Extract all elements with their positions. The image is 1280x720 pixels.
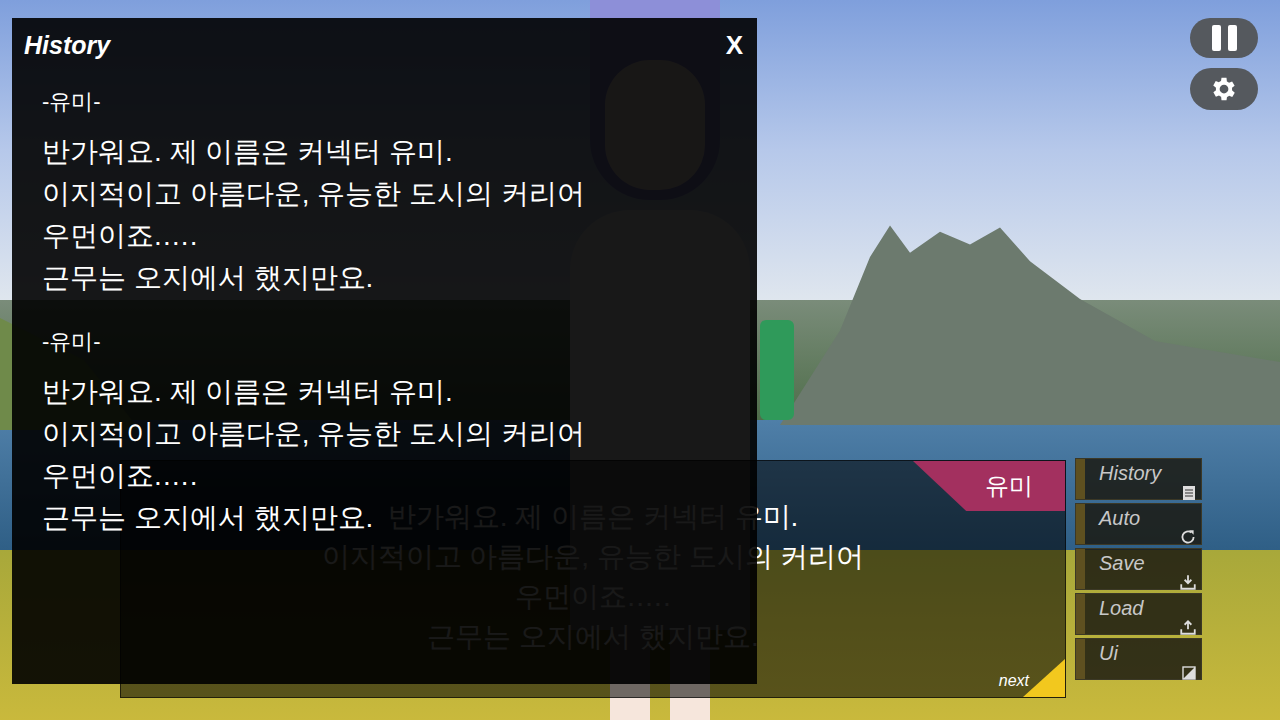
- menu-stripe: [1076, 639, 1085, 679]
- menu-stripe: [1076, 504, 1085, 544]
- history-title: History: [24, 27, 110, 65]
- speaker-tag: 유미: [913, 461, 1065, 511]
- download-icon: [1179, 573, 1197, 591]
- menu-stripe: [1076, 594, 1085, 634]
- menu-button[interactable]: Ui: [1075, 638, 1202, 680]
- entry-line: 근무는 오지에서 했지만요.: [42, 497, 757, 539]
- entry-line: 근무는 오지에서 했지만요.: [42, 257, 757, 299]
- next-arrow-icon: [1023, 659, 1065, 697]
- pause-icon: [1212, 25, 1221, 51]
- entry-line: 반가워요. 제 이름은 커넥터 유미.: [42, 371, 757, 413]
- refresh-icon: [1179, 528, 1197, 546]
- menu-button[interactable]: History: [1075, 458, 1202, 500]
- entry-line: 이지적이고 아름다운, 유능한 도시의 커리어: [42, 173, 757, 215]
- history-entry: -유미- 반가워요. 제 이름은 커넥터 유미.이지적이고 아름다운, 유능한 도…: [42, 87, 757, 299]
- menu-icon-box: [1179, 530, 1197, 546]
- history-panel: History X -유미-반가워요. 제 이름은 커넥터 유미.이지적이고 아…: [12, 18, 757, 684]
- menu-label: Ui: [1099, 641, 1197, 665]
- menu-body: Load: [1085, 594, 1201, 634]
- history-entry: -유미- 반가워요. 제 이름은 커넥터 유미.이지적이고 아름다운, 유능한 도…: [42, 327, 757, 539]
- history-list: -유미-반가워요. 제 이름은 커넥터 유미.이지적이고 아름다운, 유능한 도…: [12, 65, 757, 539]
- menu-stripe: [1076, 459, 1085, 499]
- menu-icon-box: [1179, 620, 1197, 636]
- entry-line: 우먼이죠.….: [42, 215, 757, 257]
- entry-speaker: -유미-: [42, 327, 757, 357]
- can: [760, 320, 794, 420]
- entry-line: 우먼이죠.….: [42, 455, 757, 497]
- entry-speaker: -유미-: [42, 87, 757, 117]
- top-controls: [1190, 18, 1258, 110]
- upload-icon: [1179, 618, 1197, 636]
- menu-icon-box: [1179, 575, 1197, 591]
- settings-button[interactable]: [1190, 68, 1258, 110]
- menu-body: Save: [1085, 549, 1201, 589]
- menu-label: Auto: [1099, 506, 1197, 530]
- half-square-icon: [1181, 665, 1197, 681]
- menu-label: History: [1099, 461, 1197, 485]
- menu-icon-box: [1181, 665, 1197, 681]
- menu-body: Ui: [1085, 639, 1201, 679]
- menu-button[interactable]: Load: [1075, 593, 1202, 635]
- menu-button[interactable]: Save: [1075, 548, 1202, 590]
- game-screen: 유미 반가워요. 제 이름은 커넥터 유미.이지적이고 아름다운, 유능한 도시…: [0, 0, 1280, 720]
- entry-line: 반가워요. 제 이름은 커넥터 유미.: [42, 131, 757, 173]
- menu-body: Auto: [1085, 504, 1201, 544]
- menu-label: Load: [1099, 596, 1197, 620]
- document-icon: [1181, 485, 1197, 501]
- close-button[interactable]: X: [722, 26, 747, 65]
- side-menu: History Auto Save Load Ui: [1075, 458, 1202, 680]
- menu-stripe: [1076, 549, 1085, 589]
- menu-icon-box: [1181, 485, 1197, 501]
- menu-button[interactable]: Auto: [1075, 503, 1202, 545]
- gear-icon: [1209, 74, 1239, 104]
- menu-label: Save: [1099, 551, 1197, 575]
- menu-body: History: [1085, 459, 1201, 499]
- next-button[interactable]: next: [999, 659, 1065, 697]
- pause-button[interactable]: [1190, 18, 1258, 58]
- entry-line: 이지적이고 아름다운, 유능한 도시의 커리어: [42, 413, 757, 455]
